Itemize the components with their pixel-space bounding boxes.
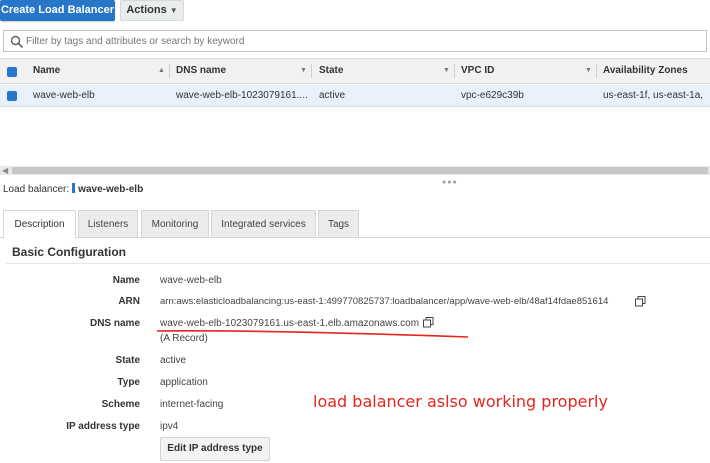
row-availability-zones: us-east-1f, us-east-1a,	[603, 90, 704, 101]
row-checkbox[interactable]	[7, 91, 17, 101]
sort-asc-icon[interactable]: ▲	[158, 67, 165, 74]
row-vpc-id: vpc-e629c39b	[461, 90, 524, 101]
field-label-type: Type	[117, 377, 140, 388]
search-input[interactable]	[26, 32, 626, 50]
column-header-name[interactable]: Name	[33, 59, 60, 83]
load-balancer-title: Load balancer: wave-web-elb	[3, 183, 143, 195]
tab-description[interactable]: Description	[3, 210, 76, 238]
tab-listeners[interactable]: Listeners	[78, 210, 138, 237]
field-value-dns-name: wave-web-elb-1023079161.us-east-1.elb.am…	[160, 318, 420, 329]
row-name: wave-web-elb	[33, 90, 95, 101]
field-label-scheme: Scheme	[101, 399, 140, 410]
select-all-checkbox[interactable]	[7, 67, 17, 77]
column-divider	[454, 64, 455, 78]
column-divider	[169, 64, 170, 78]
chevron-down-icon[interactable]: ▼	[443, 67, 450, 74]
column-divider	[596, 64, 597, 78]
resize-grip-icon[interactable]: ●●●	[442, 179, 458, 186]
row-dns-name: wave-web-elb-1023079161....	[176, 90, 308, 101]
field-value-scheme: internet-facing	[160, 399, 224, 410]
field-value-state: active	[160, 355, 187, 366]
search-icon	[10, 35, 24, 49]
section-title: Basic Configuration	[12, 245, 127, 259]
chevron-down-icon: ▼	[169, 6, 178, 15]
create-load-balancer-button[interactable]: Create Load Balancer	[0, 0, 115, 21]
section-divider	[6, 263, 710, 264]
table-row[interactable]: wave-web-elb wave-web-elb-1023079161....…	[0, 85, 710, 107]
scrollbar-thumb[interactable]	[12, 167, 708, 174]
annotation-text: load balancer aslso working properly	[313, 392, 608, 411]
row-state: active	[319, 90, 346, 101]
field-value-ip-address-type: ipv4	[160, 421, 179, 432]
edit-ip-address-type-button[interactable]: Edit IP address type	[160, 437, 270, 461]
table-header: Name ▲ DNS name ▼ State ▼ VPC ID ▼ Avail…	[0, 58, 710, 84]
field-label-arn: ARN	[118, 296, 140, 307]
tab-monitoring[interactable]: Monitoring	[141, 210, 209, 237]
scroll-left-icon[interactable]: ◀	[2, 166, 8, 175]
copy-icon[interactable]	[423, 317, 434, 328]
selection-marker	[72, 183, 76, 193]
chevron-down-icon[interactable]: ▼	[300, 67, 307, 74]
column-header-availability-zones[interactable]: Availability Zones	[603, 59, 688, 83]
field-label-ip-address-type: IP address type	[66, 421, 140, 432]
column-header-state[interactable]: State	[319, 59, 343, 83]
field-value-arn: arn:aws:elasticloadbalancing:us-east-1:4…	[160, 296, 609, 307]
actions-label: Actions	[126, 4, 167, 16]
field-label-name: Name	[112, 275, 140, 286]
column-header-dns[interactable]: DNS name	[176, 59, 226, 83]
load-balancer-name: wave-web-elb	[78, 184, 144, 195]
field-label-dns-name: DNS name	[89, 318, 140, 329]
column-divider	[311, 64, 312, 78]
field-value-name: wave-web-elb	[160, 275, 222, 286]
chevron-down-icon[interactable]: ▼	[585, 67, 592, 74]
tab-integrated-services[interactable]: Integrated services	[211, 210, 316, 237]
actions-button[interactable]: Actions ▼	[120, 0, 184, 21]
field-label-state: State	[115, 355, 140, 366]
column-header-vpc[interactable]: VPC ID	[461, 59, 494, 83]
annotation-underline	[156, 330, 469, 338]
copy-icon[interactable]	[635, 296, 646, 307]
search-box[interactable]	[3, 30, 707, 52]
load-balancer-prefix: Load balancer:	[3, 184, 70, 195]
field-value-type: application	[160, 377, 208, 388]
tab-tags[interactable]: Tags	[318, 210, 359, 237]
